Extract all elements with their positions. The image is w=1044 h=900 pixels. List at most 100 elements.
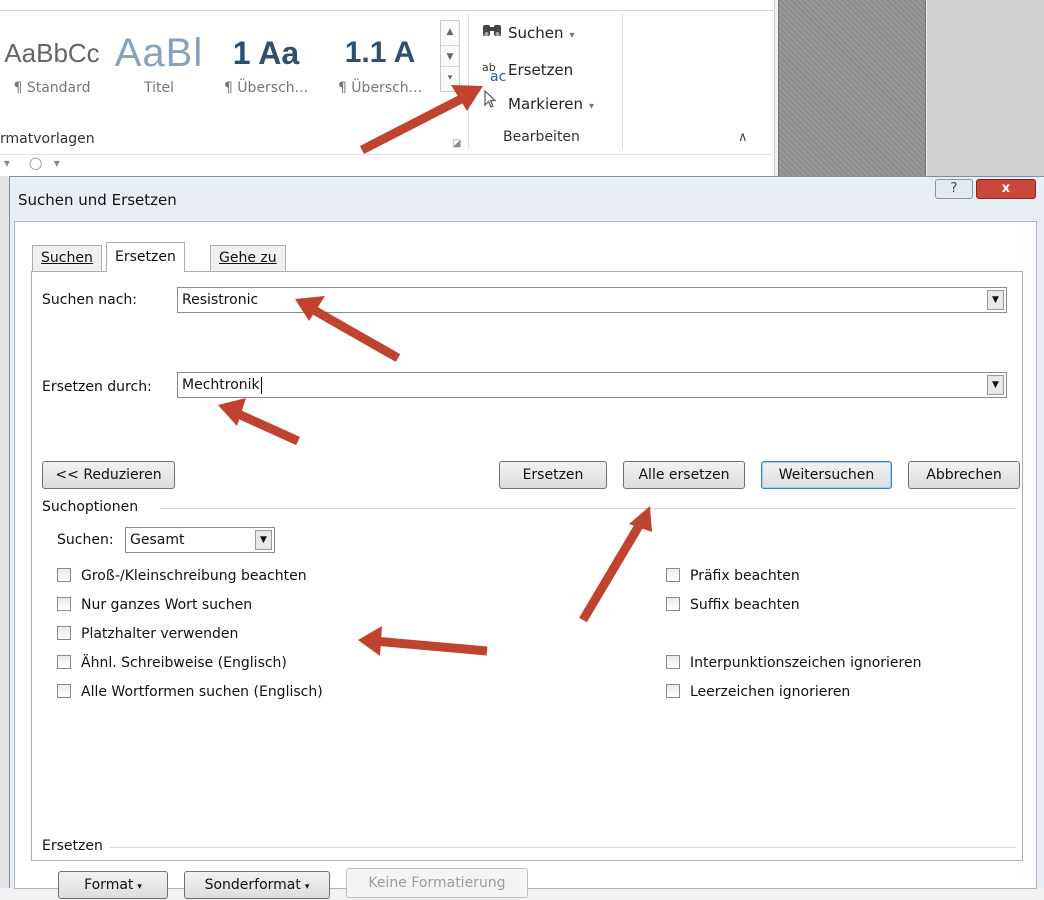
section-divider <box>110 847 1016 848</box>
checkbox-label: Präfix beachten <box>690 568 800 584</box>
ersetzen-label: Ersetzen <box>508 61 574 79</box>
checkbox[interactable] <box>666 568 680 582</box>
dropdown-arrow-icon: ▾ <box>588 101 594 112</box>
document-edge <box>0 176 9 888</box>
checkbox[interactable] <box>57 655 71 669</box>
style-preview: AaBl <box>114 31 204 75</box>
styles-group-label: rmatvorlagen <box>0 131 95 147</box>
replace-section-heading: Ersetzen <box>42 838 103 854</box>
checkbox-label: Ähnl. Schreibweise (Englisch) <box>81 655 287 671</box>
ribbon-top-divider <box>0 10 775 11</box>
group-separator <box>468 14 469 149</box>
style-gallery-scroller: ▲ ▼ ▾ <box>440 20 460 92</box>
text-caret <box>260 376 262 394</box>
dropdown-arrow-icon: ▾ <box>304 882 310 892</box>
suchen-button[interactable]: Suchen ▾ <box>482 20 575 46</box>
gallery-scroll-down-icon[interactable]: ▼ <box>441 45 459 67</box>
weitersuchen-button[interactable]: Weitersuchen <box>761 461 892 489</box>
tab-gehe-zu[interactable]: Gehe zu <box>210 245 286 271</box>
checkbox-label: Leerzeichen ignorieren <box>690 684 851 700</box>
ribbon: AaBbCc ¶ Standard AaBl Titel 1 Aa ¶ Über… <box>0 0 775 176</box>
group-separator <box>622 14 623 149</box>
checkbox[interactable] <box>57 626 71 640</box>
checkbox-label: Suffix beachten <box>690 597 800 613</box>
dialog-launcher-icon[interactable]: ◪ <box>452 138 461 149</box>
format-button[interactable]: Format ▾ <box>58 871 168 899</box>
dropdown-arrow-icon: ▾ <box>569 30 575 41</box>
tab-ersetzen[interactable]: Ersetzen <box>106 242 185 272</box>
cursor-arrow-icon <box>482 89 508 117</box>
keine-formatierung-button: Keine Formatierung <box>346 868 528 898</box>
checkbox[interactable] <box>57 684 71 698</box>
search-scope-label: Suchen: <box>57 532 114 548</box>
search-scope-value: Gesamt <box>130 532 185 548</box>
tab-suchen[interactable]: Suchen <box>32 245 102 271</box>
markieren-label: Markieren <box>508 95 583 113</box>
ersetzen-button[interactable]: Ersetzen <box>499 461 607 489</box>
style-name: Titel <box>143 80 174 96</box>
checkbox-label: Groß-/Kleinschreibung beachten <box>81 568 307 584</box>
checkbox[interactable] <box>666 655 680 669</box>
sonderformat-button[interactable]: Sonderformat ▾ <box>184 871 330 899</box>
checkbox-label: Platzhalter verwenden <box>81 626 239 642</box>
collapse-ribbon-icon[interactable]: ∧ <box>738 130 748 145</box>
checkbox[interactable] <box>57 597 71 611</box>
style-ueberschrift-2[interactable]: 1.1 A ¶ Übersch... <box>326 24 434 114</box>
style-preview: 1.1 A <box>344 36 416 69</box>
tab-ersetzen-label: Ersetzen <box>115 249 176 265</box>
search-scope-select[interactable]: Gesamt ▼ <box>125 527 275 553</box>
replace-icon: ab ac <box>482 61 507 85</box>
ersetzen-tab-panel: Suchen nach: Resistronic ▼ Ersetzen durc… <box>31 271 1023 899</box>
side-panel-dark <box>778 0 926 176</box>
close-button[interactable]: x <box>976 179 1036 199</box>
checkbox[interactable] <box>57 568 71 582</box>
alle-ersetzen-button[interactable]: Alle ersetzen <box>623 461 745 489</box>
replace-input-text: Mechtronik <box>182 377 260 393</box>
checkbox[interactable] <box>666 597 680 611</box>
replace-combobox[interactable]: Mechtronik ▼ <box>177 372 1007 398</box>
find-replace-dialog: Suchen und Ersetzen ? x Suchen Ersetzen … <box>9 176 1044 899</box>
checkbox[interactable] <box>666 684 680 698</box>
sonderformat-label: Sonderformat <box>204 877 301 893</box>
dropdown-arrow-icon: ▾ <box>137 882 142 892</box>
gallery-more-icon[interactable]: ▾ <box>441 67 459 89</box>
section-divider <box>160 508 1016 509</box>
tab-suchen-label: Suchen <box>41 250 93 266</box>
replace-input[interactable]: Mechtronik <box>182 375 262 395</box>
dialog-body: Suchen Ersetzen Gehe zu Suchen nach: Res… <box>14 221 1037 899</box>
search-options-heading: Suchoptionen <box>42 499 139 515</box>
tab-gehe-zu-label: Gehe zu <box>219 250 277 266</box>
help-button[interactable]: ? <box>935 179 973 199</box>
style-preview: 1 Aa <box>232 35 300 71</box>
suchen-label: Suchen <box>508 24 564 42</box>
style-preview: AaBbCc <box>4 38 100 68</box>
style-titel[interactable]: AaBl Titel <box>110 24 208 114</box>
style-name: ¶ Standard <box>13 80 91 96</box>
markieren-button[interactable]: Markieren ▾ <box>482 89 594 115</box>
chevron-down-icon[interactable]: ▼ <box>987 290 1004 310</box>
chevron-down-icon[interactable]: ▼ <box>987 375 1004 395</box>
checkbox-label: Alle Wortformen suchen (Englisch) <box>81 684 323 700</box>
bearbeiten-group-label: Bearbeiten <box>503 129 580 145</box>
format-label: Format <box>84 877 134 893</box>
gallery-scroll-up-icon[interactable]: ▲ <box>441 21 459 43</box>
reduzieren-button[interactable]: << Reduzieren <box>42 461 175 489</box>
side-panel-light <box>927 0 1044 176</box>
checkbox-label: Interpunktionszeichen ignorieren <box>690 655 922 671</box>
quick-access-fragment: ▾ ◯ ▾ <box>0 156 60 170</box>
style-ueberschrift-1[interactable]: 1 Aa ¶ Übersch... <box>214 24 318 114</box>
ribbon-bottom-divider <box>0 154 775 155</box>
binoculars-icon <box>482 20 508 46</box>
ersetzen-ribbon-button[interactable]: ab ac Ersetzen <box>482 57 574 85</box>
style-name: ¶ Übersch... <box>337 80 423 96</box>
find-label: Suchen nach: <box>42 292 138 308</box>
replace-label: Ersetzen durch: <box>42 379 152 395</box>
dialog-title: Suchen und Ersetzen <box>18 191 177 209</box>
find-combobox[interactable]: Resistronic ▼ <box>177 287 1007 313</box>
style-standard[interactable]: AaBbCc ¶ Standard <box>0 24 104 114</box>
checkbox-label: Nur ganzes Wort suchen <box>81 597 253 613</box>
find-input[interactable]: Resistronic <box>182 290 258 310</box>
dialog-titlebar[interactable]: Suchen und Ersetzen ? x <box>10 177 1044 219</box>
chevron-down-icon[interactable]: ▼ <box>255 530 272 550</box>
abbrechen-button[interactable]: Abbrechen <box>908 461 1020 489</box>
